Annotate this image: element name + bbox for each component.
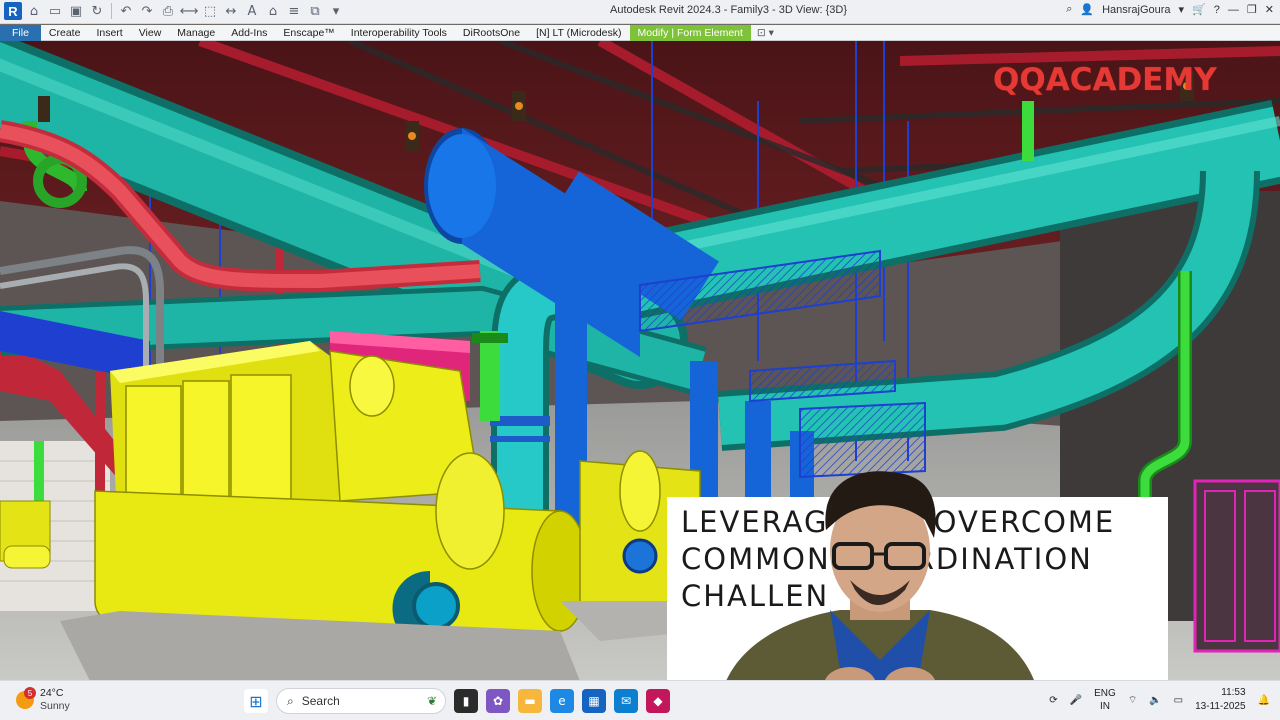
tab-lt-microdesk[interactable]: [N] LT (Microdesk) [528, 25, 629, 41]
windows-taskbar: 5 24°C Sunny ⊞ ⌕ Search ❦ ▮ ✿ ▬ e ▦ ✉ ◆ … [0, 680, 1280, 720]
toolbar-separator [111, 3, 112, 19]
store-icon[interactable]: ▦ [582, 689, 606, 713]
redo-icon[interactable]: ↷ [138, 2, 156, 20]
weather-condition: Sunny [40, 700, 70, 712]
revit-window: R ⌂ ▭ ▣ ↻ ↶ ↷ ⎙ ⟷ ⬚ ↔ A ⌂ ≡ ⧉ ▾ Autodesk… [0, 0, 1280, 720]
clock-time: 11:53 [1221, 687, 1246, 698]
tab-create[interactable]: Create [41, 25, 89, 41]
close-hidden-icon[interactable]: ⧉ [306, 2, 324, 20]
tab-interoperability-tools[interactable]: Interoperability Tools [343, 25, 455, 41]
tab-view[interactable]: View [131, 25, 170, 41]
quick-access-toolbar: R ⌂ ▭ ▣ ↻ ↶ ↷ ⎙ ⟷ ⬚ ↔ A ⌂ ≡ ⧉ ▾ [4, 2, 345, 20]
tab-insert[interactable]: Insert [88, 25, 130, 41]
tab-dirootsone[interactable]: DiRootsOne [455, 25, 528, 41]
start-icon[interactable]: ⊞ [244, 689, 268, 713]
restore-icon[interactable]: ❐ [1247, 3, 1257, 16]
window-title: Autodesk Revit 2024.3 - Family3 - 3D Vie… [610, 4, 848, 16]
sun-icon: 5 [16, 687, 36, 709]
title-bar-right: ⌕ 👤 HansrajGoura ▾ 🛒 ? — ❐ ✕ [1066, 3, 1274, 16]
3d-view-icon[interactable]: ⌂ [264, 2, 282, 20]
sync-icon[interactable]: ↻ [88, 2, 106, 20]
title-bar: R ⌂ ▭ ▣ ↻ ↶ ↷ ⎙ ⟷ ⬚ ↔ A ⌂ ≡ ⧉ ▾ Autodesk… [0, 0, 1280, 24]
3d-viewport[interactable]: QQACADEMY LEVERAG M TO OVERCOME COMMON C… [0, 41, 1280, 680]
minimize-icon[interactable]: — [1228, 4, 1239, 16]
search-placeholder: Search [301, 694, 340, 708]
thin-lines-icon[interactable]: ≡ [285, 2, 303, 20]
mic-muted-icon[interactable]: 🎤 [1070, 695, 1082, 706]
select-icon[interactable]: ⬚ [201, 2, 219, 20]
tab-modify-form-element[interactable]: Modify | Form Element [629, 24, 751, 41]
chevron-down-icon[interactable]: ▾ [1179, 3, 1185, 16]
notifications-icon[interactable]: 🔔 [1258, 695, 1270, 706]
language-code: ENG [1094, 688, 1116, 699]
switch-windows-icon[interactable]: ▾ [327, 2, 345, 20]
home-icon[interactable]: ⌂ [25, 2, 43, 20]
open-icon[interactable]: ▭ [46, 2, 64, 20]
clock-date: 13-11-2025 [1195, 701, 1246, 712]
ribbon-tabs: File Create Insert View Manage Add-Ins E… [0, 24, 1280, 41]
copilot-icon[interactable]: ✿ [486, 689, 510, 713]
temperature: 24°C [40, 687, 64, 699]
outlook-icon[interactable]: ✉ [614, 689, 638, 713]
volume-icon[interactable]: 🔈 [1149, 695, 1161, 706]
notification-badge: 5 [24, 687, 36, 699]
m365-icon[interactable]: ◆ [646, 689, 670, 713]
battery-icon[interactable]: ▭ [1174, 695, 1183, 706]
wifi-icon[interactable]: ⌔ [1128, 694, 1137, 707]
search-icon: ⌕ [287, 693, 294, 708]
tab-manage[interactable]: Manage [169, 25, 223, 41]
cart-icon[interactable]: 🛒 [1192, 3, 1206, 16]
help-icon[interactable]: ? [1214, 4, 1220, 16]
undo-icon[interactable]: ↶ [117, 2, 135, 20]
presenter-image [726, 471, 1034, 680]
user-name[interactable]: HansrajGoura [1102, 4, 1170, 16]
region-code: IN [1099, 701, 1110, 712]
taskbar-apps: ⊞ ⌕ Search ❦ ▮ ✿ ▬ e ▦ ✉ ◆ [244, 688, 670, 714]
tab-enscape[interactable]: Enscape™ [275, 25, 342, 41]
close-icon[interactable]: ✕ [1265, 3, 1274, 16]
clock[interactable]: 11:53 13-11-2025 [1195, 686, 1245, 714]
file-explorer-icon[interactable]: ▬ [518, 689, 542, 713]
dimension-icon[interactable]: ↔ [222, 2, 240, 20]
edge-icon[interactable]: e [550, 689, 574, 713]
search-input[interactable]: ⌕ Search ❦ [276, 688, 446, 714]
save-icon[interactable]: ▣ [67, 2, 85, 20]
language-indicator[interactable]: ENG IN [1094, 687, 1116, 713]
system-tray: ⟳ 🎤 ENG IN ⌔ 🔈 ▭ 11:53 13-11-2025 🔔 [1049, 686, 1270, 714]
weather-widget[interactable]: 5 24°C Sunny [16, 687, 70, 713]
user-icon[interactable]: 👤 [1080, 3, 1094, 16]
measure-icon[interactable]: ⟷ [180, 2, 199, 20]
ribbon-options-icon[interactable]: ⊡ ▾ [751, 25, 780, 41]
tab-add-ins[interactable]: Add-Ins [223, 25, 275, 41]
revit-logo-icon[interactable]: R [4, 2, 22, 20]
task-view-icon[interactable]: ▮ [454, 689, 478, 713]
copilot-badge-icon: ❦ [426, 694, 437, 708]
refresh-icon[interactable]: ⟳ [1049, 695, 1057, 706]
binoculars-icon[interactable]: ⌕ [1066, 3, 1072, 16]
tab-file[interactable]: File [0, 24, 41, 41]
print-icon[interactable]: ⎙ [159, 2, 177, 20]
text-icon[interactable]: A [243, 2, 261, 20]
brand-watermark: QQACADEMY [993, 62, 1217, 98]
